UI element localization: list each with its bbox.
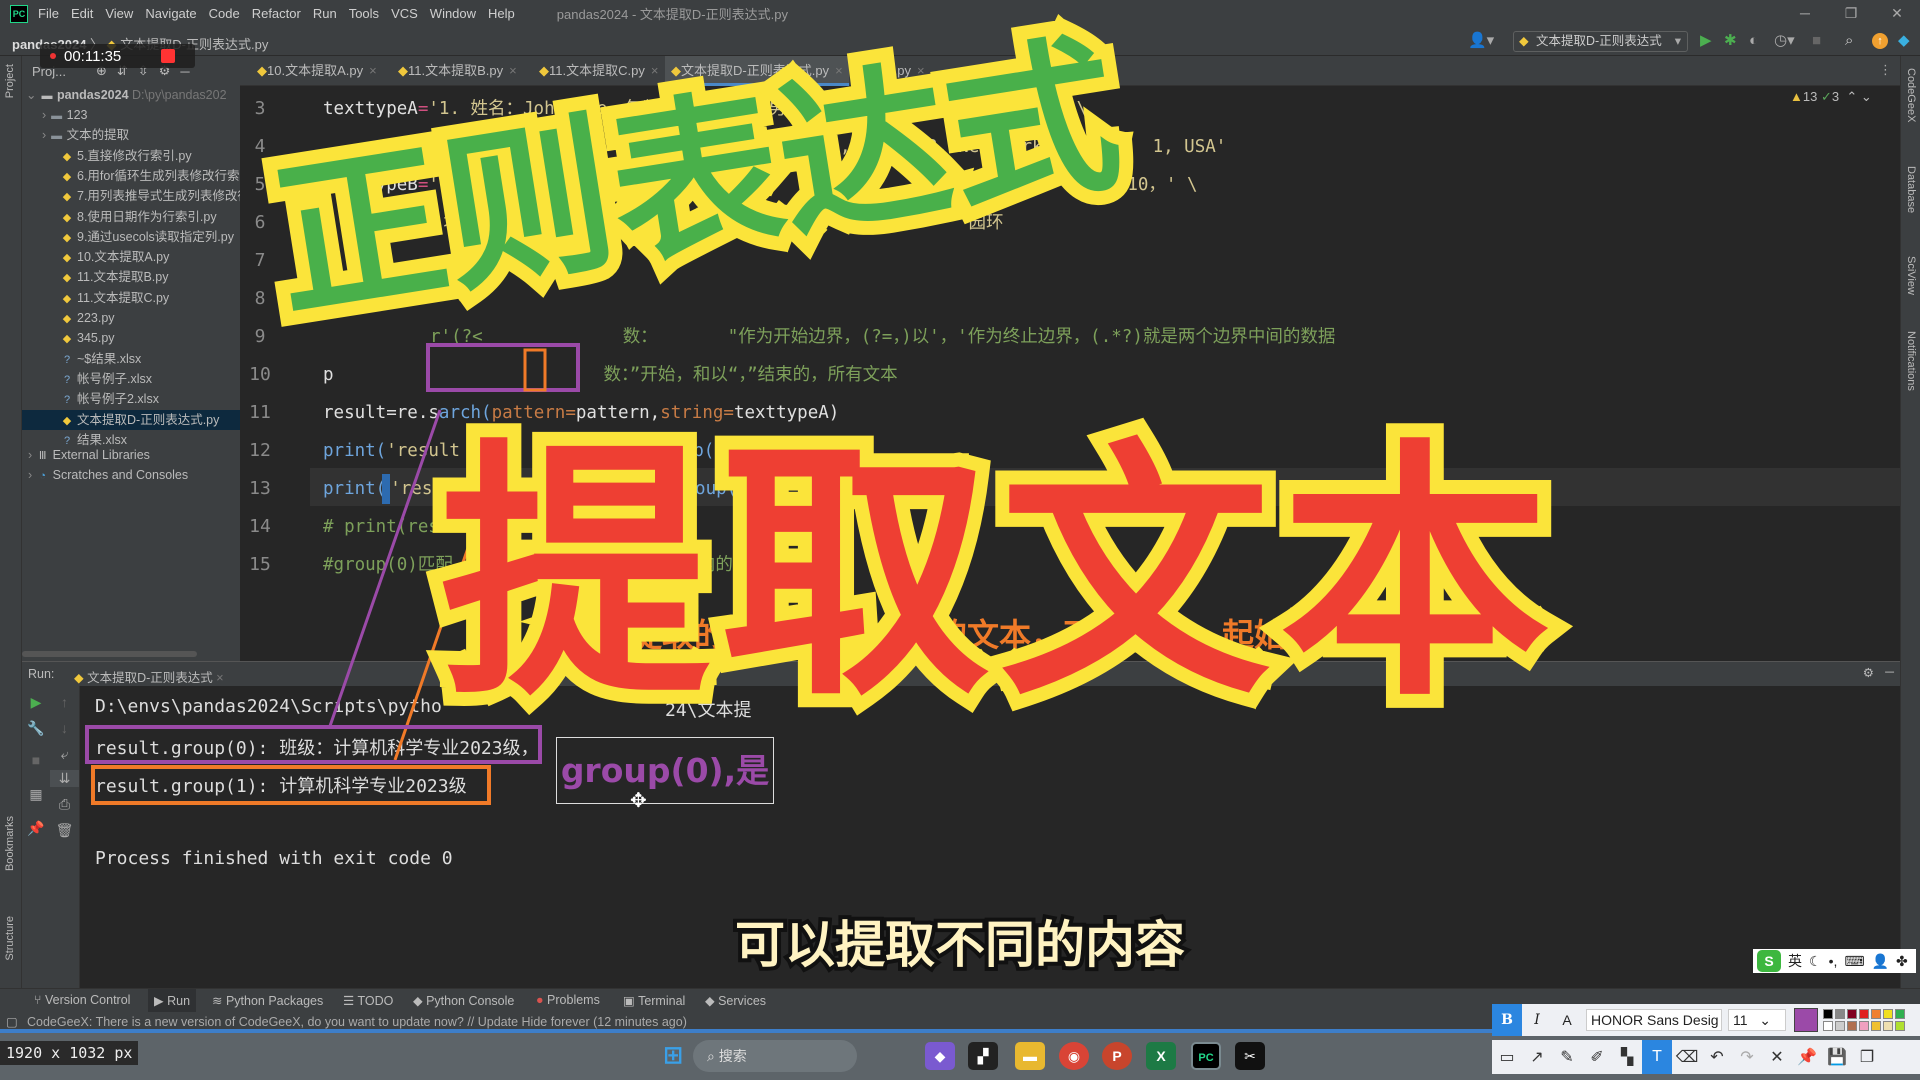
orange-box-console (91, 765, 491, 805)
save-icon[interactable]: 💾 (1822, 1047, 1852, 1067)
bold-button[interactable]: B (1492, 1004, 1522, 1036)
arrow-tool-icon[interactable]: ↗ (1522, 1047, 1552, 1067)
sogou-logo: S (1757, 950, 1781, 972)
keyboard-icon[interactable]: ⌨ (1844, 953, 1864, 970)
subtitle-text: 可以提取不同的内容 (735, 916, 1185, 974)
title-overlay-extract-text: 提取文本 提取文本 (426, 426, 1564, 724)
redo-icon[interactable]: ↷ (1732, 1047, 1762, 1067)
moon-icon[interactable]: ☾ (1809, 953, 1822, 970)
screenshot-dimensions-label: 1920 x 1032 px (0, 1041, 138, 1065)
screen-recorder-widget: 00:11:35 (40, 44, 195, 68)
highlighter-tool-icon[interactable]: ✐ (1582, 1047, 1612, 1067)
purple-box-editor (426, 343, 580, 392)
font-size-select[interactable]: 11 ⌄ (1728, 1009, 1786, 1031)
copy-icon[interactable]: ❐ (1852, 1047, 1882, 1067)
close-icon[interactable]: ✕ (1762, 1047, 1792, 1067)
video-subtitle: 可以提取不同的内容 可以提取不同的内容 (0, 905, 1920, 978)
recording-time: 00:11:35 (64, 47, 122, 65)
annotation-tools-toolbar: ▭ ↗ ✎ ✐ ▚ T ⌫ ↶ ↷ ✕ 📌 💾 ❐ (1492, 1040, 1920, 1074)
recording-dot-icon (50, 53, 56, 59)
pin-icon[interactable]: 📌 (1792, 1047, 1822, 1067)
title-text: 提取文本 (440, 417, 1560, 732)
italic-button[interactable]: I (1522, 1012, 1552, 1028)
undo-icon[interactable]: ↶ (1702, 1047, 1732, 1067)
user-icon[interactable]: 👤 (1872, 953, 1889, 970)
punctuation-icon[interactable]: •, (1829, 953, 1838, 969)
move-cursor-icon: ✥ (630, 790, 647, 812)
ime-toolbar: S 英 ☾ •, ⌨ 👤 ✤ (1753, 949, 1916, 973)
text-tool-icon[interactable]: T (1642, 1040, 1672, 1074)
stop-recording-button[interactable] (161, 49, 175, 63)
current-color-swatch[interactable] (1794, 1008, 1818, 1032)
pencil-tool-icon[interactable]: ✎ (1552, 1047, 1582, 1067)
grid-icon[interactable]: ✤ (1896, 953, 1908, 970)
text-annotation-box[interactable]: group(0),是 (556, 737, 774, 804)
color-palette[interactable] (1822, 1008, 1906, 1032)
purple-box-console (85, 725, 542, 764)
orange-box-editor (523, 348, 547, 392)
ime-mode[interactable]: 英 (1788, 951, 1802, 971)
mosaic-tool-icon[interactable]: ▚ (1612, 1047, 1642, 1067)
shape-tool-icon[interactable]: ▭ (1492, 1047, 1522, 1067)
font-select[interactable]: HONOR Sans Desig ⌄ (1586, 1009, 1722, 1031)
eraser-tool-icon[interactable]: ⌫ (1672, 1047, 1702, 1067)
outline-text-button[interactable]: A (1552, 1012, 1582, 1028)
annotation-text-toolbar: B I A HONOR Sans Desig ⌄ 11 ⌄ (1492, 1004, 1920, 1036)
